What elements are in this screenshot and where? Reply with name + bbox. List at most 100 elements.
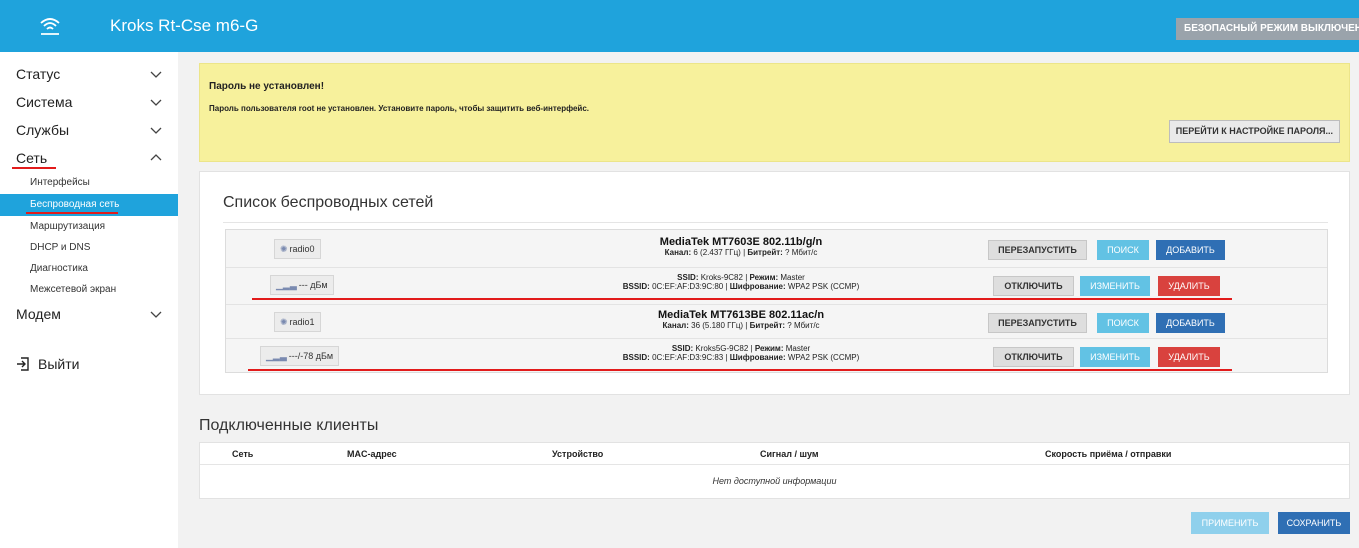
encryption-label: Шифрование:: [729, 353, 786, 362]
radio-icon: ✺: [280, 317, 288, 327]
network-info: SSID: Kroks5G-9C82 | Режим: Master BSSID…: [461, 344, 1021, 362]
sidebar-subitem-label: Межсетевой экран: [30, 284, 117, 295]
top-header: Kroks Rt-Cse m6-G БЕЗОПАСНЫЙ РЕЖИМ ВЫКЛЮ…: [0, 0, 1359, 52]
add-button[interactable]: ДОБАВИТЬ: [1156, 313, 1225, 333]
sidebar-item-modem[interactable]: Модем: [0, 300, 178, 328]
warning-text: Пароль пользователя root не установлен. …: [209, 104, 590, 113]
wireless-title: Список беспроводных сетей: [223, 194, 434, 211]
sidebar-subitem-dhcp-dns[interactable]: DHCP и DNS: [0, 237, 178, 259]
signal-label: --- дБм: [298, 280, 328, 290]
radio-badge[interactable]: ✺ radio0: [274, 239, 321, 259]
device-row: ✺ radio1 MediaTek MT7613BE 802.11ac/n Кан…: [226, 304, 1327, 339]
annotation-underline: [26, 212, 118, 214]
ssid-value: Kroks5G-9C82: [695, 344, 749, 353]
add-button[interactable]: ДОБАВИТЬ: [1156, 240, 1225, 260]
mode-label: Режим:: [754, 344, 784, 353]
channel-label: Канал:: [662, 321, 689, 330]
channel-value: 36 (5.180 ГГц): [691, 321, 744, 330]
mode-value: Master: [780, 273, 805, 282]
divider: [223, 222, 1328, 223]
radio-icon: ✺: [280, 244, 288, 254]
restart-button[interactable]: ПЕРЕЗАПУСТИТЬ: [988, 313, 1087, 333]
edit-button[interactable]: ИЗМЕНИТЬ: [1080, 347, 1150, 367]
sidebar-subitem-diagnostics[interactable]: Диагностика: [0, 258, 178, 280]
disable-button[interactable]: ОТКЛЮЧИТЬ: [993, 347, 1074, 367]
annotation-underline: [252, 298, 1232, 300]
sidebar-item-label: Система: [16, 94, 73, 110]
sidebar-subitem-label: Диагностика: [30, 263, 88, 274]
ssid-value: Kroks-9C82: [700, 273, 743, 282]
column-header: Устройство: [552, 449, 604, 459]
sidebar-subitem-label: DHCP и DNS: [30, 242, 91, 253]
delete-button[interactable]: УДАЛИТЬ: [1158, 347, 1220, 367]
app-title[interactable]: Kroks Rt-Cse m6-G: [110, 16, 258, 36]
wireless-panel: Список беспроводных сетей ✺ radio0 MediaT…: [199, 171, 1350, 395]
apply-button[interactable]: ПРИМЕНИТЬ: [1191, 512, 1269, 534]
signal-badge[interactable]: ▁▂▃ --- дБм: [270, 275, 334, 295]
clients-title: Подключенные клиенты: [199, 417, 379, 434]
bssid-label: BSSID:: [622, 282, 650, 291]
table-header: Сеть MAC-адрес Устройство Сигнал / шум С…: [200, 443, 1349, 465]
search-button[interactable]: ПОИСК: [1097, 313, 1149, 333]
channel-label: Канал:: [664, 248, 692, 257]
column-header: Сеть: [232, 449, 254, 459]
network-row: ▁▂▃ ---/-78 дБм SSID: Kroks5G-9C82 | Режи…: [226, 338, 1327, 373]
search-button[interactable]: ПОИСК: [1097, 240, 1149, 260]
save-button[interactable]: СОХРАНИТЬ: [1278, 512, 1350, 534]
bssid-value: 0C:EF:AF:D3:9C:80: [652, 282, 724, 291]
sidebar-item-system[interactable]: Система: [0, 88, 178, 116]
sidebar-subitem-firewall[interactable]: Межсетевой экран: [0, 279, 178, 301]
logout-label: Выйти: [38, 356, 80, 372]
wireless-table: ✺ radio0 MediaTek MT7603E 802.11b/g/n Кан…: [225, 229, 1328, 373]
delete-button[interactable]: УДАЛИТЬ: [1158, 276, 1220, 296]
chevron-up-icon: [150, 154, 162, 161]
sidebar-item-label: Сеть: [16, 150, 48, 166]
radio-label: radio0: [289, 244, 315, 254]
mode-label: Режим:: [749, 273, 779, 282]
sidebar-subitem-routing[interactable]: Маршрутизация: [0, 216, 178, 238]
signal-badge[interactable]: ▁▂▃ ---/-78 дБм: [260, 346, 340, 366]
sidebar-subitem-label: Беспроводная сеть: [30, 199, 120, 210]
sidebar-subitem-label: Маршрутизация: [30, 221, 106, 232]
device-info: MediaTek MT7603E 802.11b/g/n Канал: 6 (2…: [461, 236, 1021, 257]
network-row: ▁▂▃ --- дБм SSID: Kroks-9C82 | Режим: Mas…: [226, 267, 1327, 302]
clients-table: Сеть MAC-адрес Устройство Сигнал / шум С…: [199, 442, 1350, 499]
sidebar-item-services[interactable]: Службы: [0, 116, 178, 144]
device-name: MediaTek MT7603E 802.11b/g/n: [659, 236, 823, 248]
edit-button[interactable]: ИЗМЕНИТЬ: [1080, 276, 1150, 296]
restart-button[interactable]: ПЕРЕЗАПУСТИТЬ: [988, 240, 1087, 260]
annotation-underline: [12, 167, 56, 169]
safe-mode-button[interactable]: БЕЗОПАСНЫЙ РЕЖИМ ВЫКЛЮЧЕН: [1176, 18, 1359, 40]
device-details: Канал: 6 (2.437 ГГц) | Битрейт: ? Мбит/с: [664, 248, 818, 257]
bitrate-value: ? Мбит/с: [785, 248, 818, 257]
annotation-underline: [248, 369, 1232, 371]
sidebar-subitem-interfaces[interactable]: Интерфейсы: [0, 172, 178, 194]
ssid-label: SSID:: [671, 344, 694, 353]
chevron-down-icon: [150, 127, 162, 134]
column-header: Сигнал / шум: [760, 449, 819, 459]
mode-value: Master: [785, 344, 811, 353]
sidebar-item-label: Службы: [16, 122, 70, 138]
goto-password-button[interactable]: ПЕРЕЙТИ К НАСТРОЙКЕ ПАРОЛЯ...: [1168, 120, 1340, 143]
device-details: Канал: 36 (5.180 ГГц) | Битрейт: ? Мбит/…: [662, 321, 820, 330]
bitrate-label: Битрейт:: [747, 248, 783, 257]
radio-badge[interactable]: ✺ radio1: [274, 312, 321, 332]
bitrate-label: Битрейт:: [749, 321, 786, 330]
disable-button[interactable]: ОТКЛЮЧИТЬ: [993, 276, 1074, 296]
device-row: ✺ radio0 MediaTek MT7603E 802.11b/g/n Кан…: [226, 232, 1327, 267]
sidebar: Статус Система Службы Сеть Интерфейсы Бе…: [0, 52, 178, 548]
network-ssid-line: SSID: Kroks5G-9C82 | Режим: Master: [671, 344, 811, 353]
device-info: MediaTek MT7613BE 802.11ac/n Канал: 36 (…: [461, 309, 1021, 330]
sidebar-item-status[interactable]: Статус: [0, 60, 178, 88]
signal-bars-icon: ▁▂▃: [276, 280, 297, 290]
network-bssid-line: BSSID: 0C:EF:AF:D3:9C:80 | Шифрование: W…: [622, 282, 860, 291]
radio-label: radio1: [289, 317, 315, 327]
bssid-value: 0C:EF:AF:D3:9C:83: [652, 353, 724, 362]
network-info: SSID: Kroks-9C82 | Режим: Master BSSID: …: [461, 273, 1021, 291]
password-warning: Пароль не установлен! Пароль пользовател…: [199, 63, 1350, 162]
encryption-label: Шифрование:: [729, 282, 786, 291]
column-header: Скорость приёма / отправки: [1045, 449, 1172, 459]
signal-bars-icon: ▁▂▃: [266, 351, 287, 361]
wifi-signal-icon[interactable]: [38, 14, 62, 38]
chevron-down-icon: [150, 99, 162, 106]
